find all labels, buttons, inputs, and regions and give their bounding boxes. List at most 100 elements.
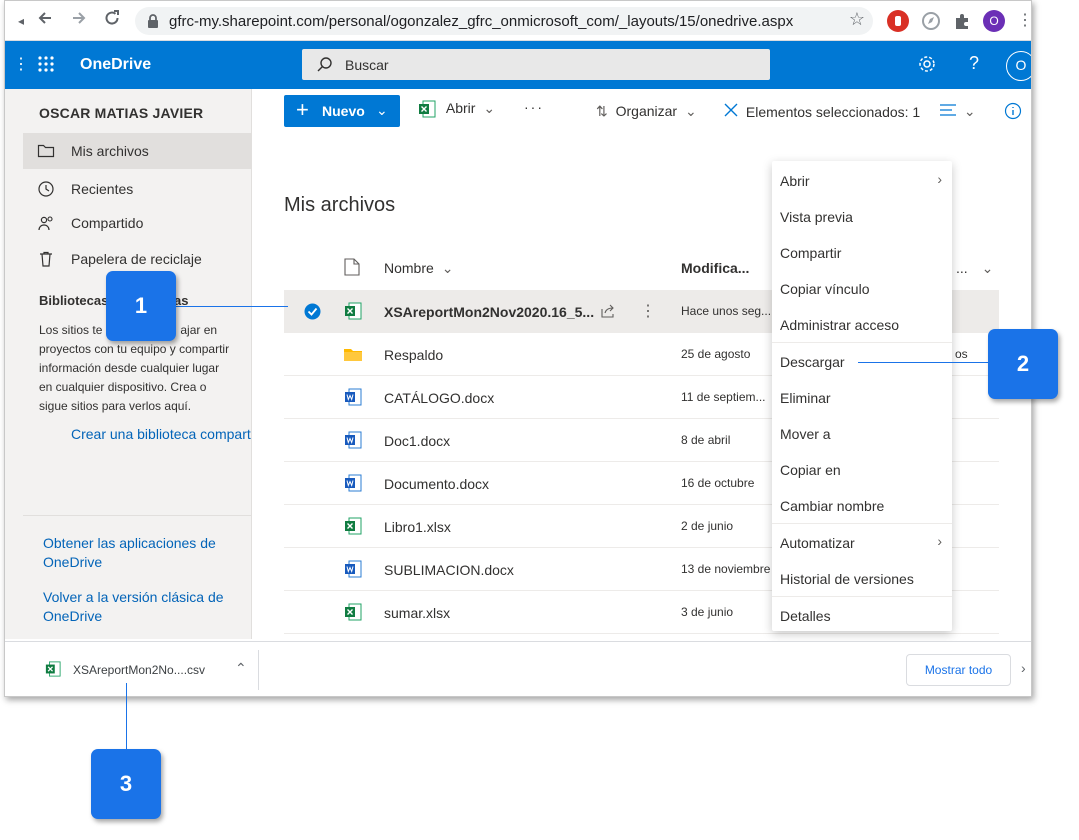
info-icon[interactable] <box>1004 102 1022 120</box>
arrow-left-icon <box>38 12 51 24</box>
menu-item-delete[interactable]: Eliminar <box>772 379 952 415</box>
recycle-bin-icon <box>40 251 52 267</box>
close-download-bar-icon[interactable]: › <box>1021 660 1026 676</box>
plus-icon: + <box>296 97 309 122</box>
word-icon <box>345 431 362 449</box>
help-icon[interactable]: ? <box>969 53 979 74</box>
arrow-right-icon <box>73 12 86 24</box>
account-avatar[interactable]: O <box>1006 51 1031 81</box>
browser-window: ◂ gfrc-my.sharepoint.com/personal/ogonza… <box>4 0 1032 697</box>
profile-avatar[interactable]: O <box>983 10 1005 32</box>
file-name[interactable]: XSAreportMon2Nov2020.16_5... <box>384 304 594 320</box>
csv-file-icon <box>45 661 61 677</box>
file-name[interactable]: Documento.docx <box>384 476 489 492</box>
onedrive-header: ⋮ OneDrive Buscar ? O <box>5 41 1031 89</box>
organize-button[interactable]: ⇅ Organizar ⌄ <box>596 103 697 120</box>
nav-divider <box>23 515 252 516</box>
classic-version-link[interactable]: Volver a la versión clásica de OneDrive <box>43 588 233 626</box>
file-modified: 3 de junio <box>681 605 734 619</box>
word-icon <box>345 388 362 406</box>
menu-item-copy-link[interactable]: Copiar vínculo <box>772 270 952 306</box>
file-name[interactable]: Doc1.docx <box>384 433 450 449</box>
search-input[interactable]: Buscar <box>302 49 770 80</box>
menu-item-preview[interactable]: Vista previa <box>772 198 952 234</box>
reload-button[interactable] <box>100 9 124 33</box>
menu-item-move-to[interactable]: Mover a <box>772 415 952 451</box>
gear-icon[interactable] <box>917 54 937 74</box>
chevron-down-icon: ⌄ <box>441 260 454 276</box>
lock-icon <box>148 14 158 28</box>
adblock-extension-icon[interactable] <box>887 10 909 32</box>
share-icon[interactable] <box>600 303 616 319</box>
checkmark-circle-icon[interactable] <box>304 303 321 320</box>
callout-connector <box>858 362 990 363</box>
menu-item-details[interactable]: Detalles <box>772 597 952 633</box>
address-bar[interactable]: gfrc-my.sharepoint.com/personal/ogonzale… <box>135 7 873 35</box>
menu-item-rename[interactable]: Cambiar nombre <box>772 487 952 523</box>
menu-item-open[interactable]: Abrir › <box>772 162 952 198</box>
column-header-label: Nombre <box>384 260 434 276</box>
file-type-icon[interactable] <box>344 258 360 276</box>
menu-item-label: Detalles <box>780 608 831 624</box>
nav-item-recent[interactable]: Recientes <box>23 171 252 207</box>
menu-item-share[interactable]: Compartir <box>772 234 952 270</box>
menu-item-version-history[interactable]: Historial de versiones <box>772 560 952 596</box>
chevron-up-icon[interactable]: ⌃ <box>235 660 247 677</box>
forward-button[interactable] <box>67 9 91 33</box>
url-text: gfrc-my.sharepoint.com/personal/ogonzale… <box>169 13 794 30</box>
nav-item-shared[interactable]: Compartido <box>23 205 252 241</box>
chevron-right-icon: › <box>937 533 942 549</box>
browser-menu-icon[interactable]: ⋮ <box>1013 9 1031 33</box>
libraries-desc-line: sigue sitios para verlos aquí. <box>39 399 192 413</box>
bookmark-star-icon[interactable]: ☆ <box>849 9 865 30</box>
left-navigation: OSCAR MATIAS JAVIER Mis archivos Recient… <box>5 89 252 639</box>
clear-selection-button[interactable]: Elementos seleccionados: 1 <box>724 103 920 120</box>
menu-item-label: Vista previa <box>780 209 853 225</box>
file-modified: Hace unos seg... <box>681 304 772 318</box>
menu-item-manage-access[interactable]: Administrar acceso <box>772 306 952 342</box>
file-name[interactable]: sumar.xlsx <box>384 605 450 621</box>
extensions-button[interactable] <box>951 10 973 32</box>
user-name: OSCAR MATIAS JAVIER <box>39 105 204 121</box>
menu-item-copy-to[interactable]: Copiar en <box>772 451 952 487</box>
get-apps-link[interactable]: Obtener las aplicaciones de OneDrive <box>43 534 233 572</box>
browser-toolbar: ◂ gfrc-my.sharepoint.com/personal/ogonza… <box>5 1 1031 41</box>
app-launcher-icon[interactable] <box>37 55 55 73</box>
people-icon <box>38 216 53 231</box>
nav-item-label: Papelera de reciclaje <box>71 251 202 267</box>
new-button[interactable]: + Nuevo ⌄ <box>284 95 400 127</box>
file-modified: 25 de agosto <box>681 347 751 361</box>
nav-item-my-files[interactable]: Mis archivos <box>23 133 252 169</box>
tab-scroll-left-icon[interactable]: ◂ <box>9 9 33 33</box>
excel-icon <box>419 100 436 118</box>
menu-item-automate[interactable]: Automatizar › <box>772 524 952 560</box>
file-name[interactable]: Respaldo <box>384 347 443 363</box>
show-all-button[interactable]: Mostrar todo <box>906 654 1011 686</box>
libraries-desc-line: proyectos con tu equipo y compartir <box>39 342 230 356</box>
file-name[interactable]: CATÁLOGO.docx <box>384 390 494 406</box>
menu-item-download[interactable]: Descargar <box>772 343 952 379</box>
callout-connector <box>126 683 127 749</box>
excel-icon <box>345 302 362 320</box>
create-library-link[interactable]: Crear una biblioteca compart <box>71 426 251 442</box>
search-placeholder: Buscar <box>345 57 389 73</box>
more-options-icon[interactable]: ··· <box>524 99 544 115</box>
libraries-desc-line: información desde cualquier lugar <box>39 361 220 375</box>
more-actions-icon[interactable]: ⋮ <box>640 301 656 321</box>
view-options-button[interactable]: ⌄ <box>940 103 976 120</box>
open-button[interactable]: Abrir ⌄ <box>418 100 495 118</box>
context-menu: Abrir › Vista previa Compartir Copiar vín… <box>772 161 952 631</box>
list-view-icon <box>940 104 956 116</box>
menu-item-label: Copiar en <box>780 462 841 478</box>
back-button[interactable] <box>33 9 57 33</box>
menu-item-label: Cambiar nombre <box>780 498 885 514</box>
download-item[interactable]: XSAreportMon2No....csv ⌃ <box>31 650 259 690</box>
file-name[interactable]: Libro1.xlsx <box>384 519 451 535</box>
onedrive-brand[interactable]: OneDrive <box>80 56 151 74</box>
callout-badge: 2 <box>988 329 1058 399</box>
file-name[interactable]: SUBLIMACION.docx <box>384 562 514 578</box>
libraries-desc-line: ajar en <box>180 323 218 337</box>
extension-icon[interactable] <box>920 10 942 32</box>
file-modified: 16 de octubre <box>681 476 755 490</box>
nav-item-label: Compartido <box>71 215 144 231</box>
